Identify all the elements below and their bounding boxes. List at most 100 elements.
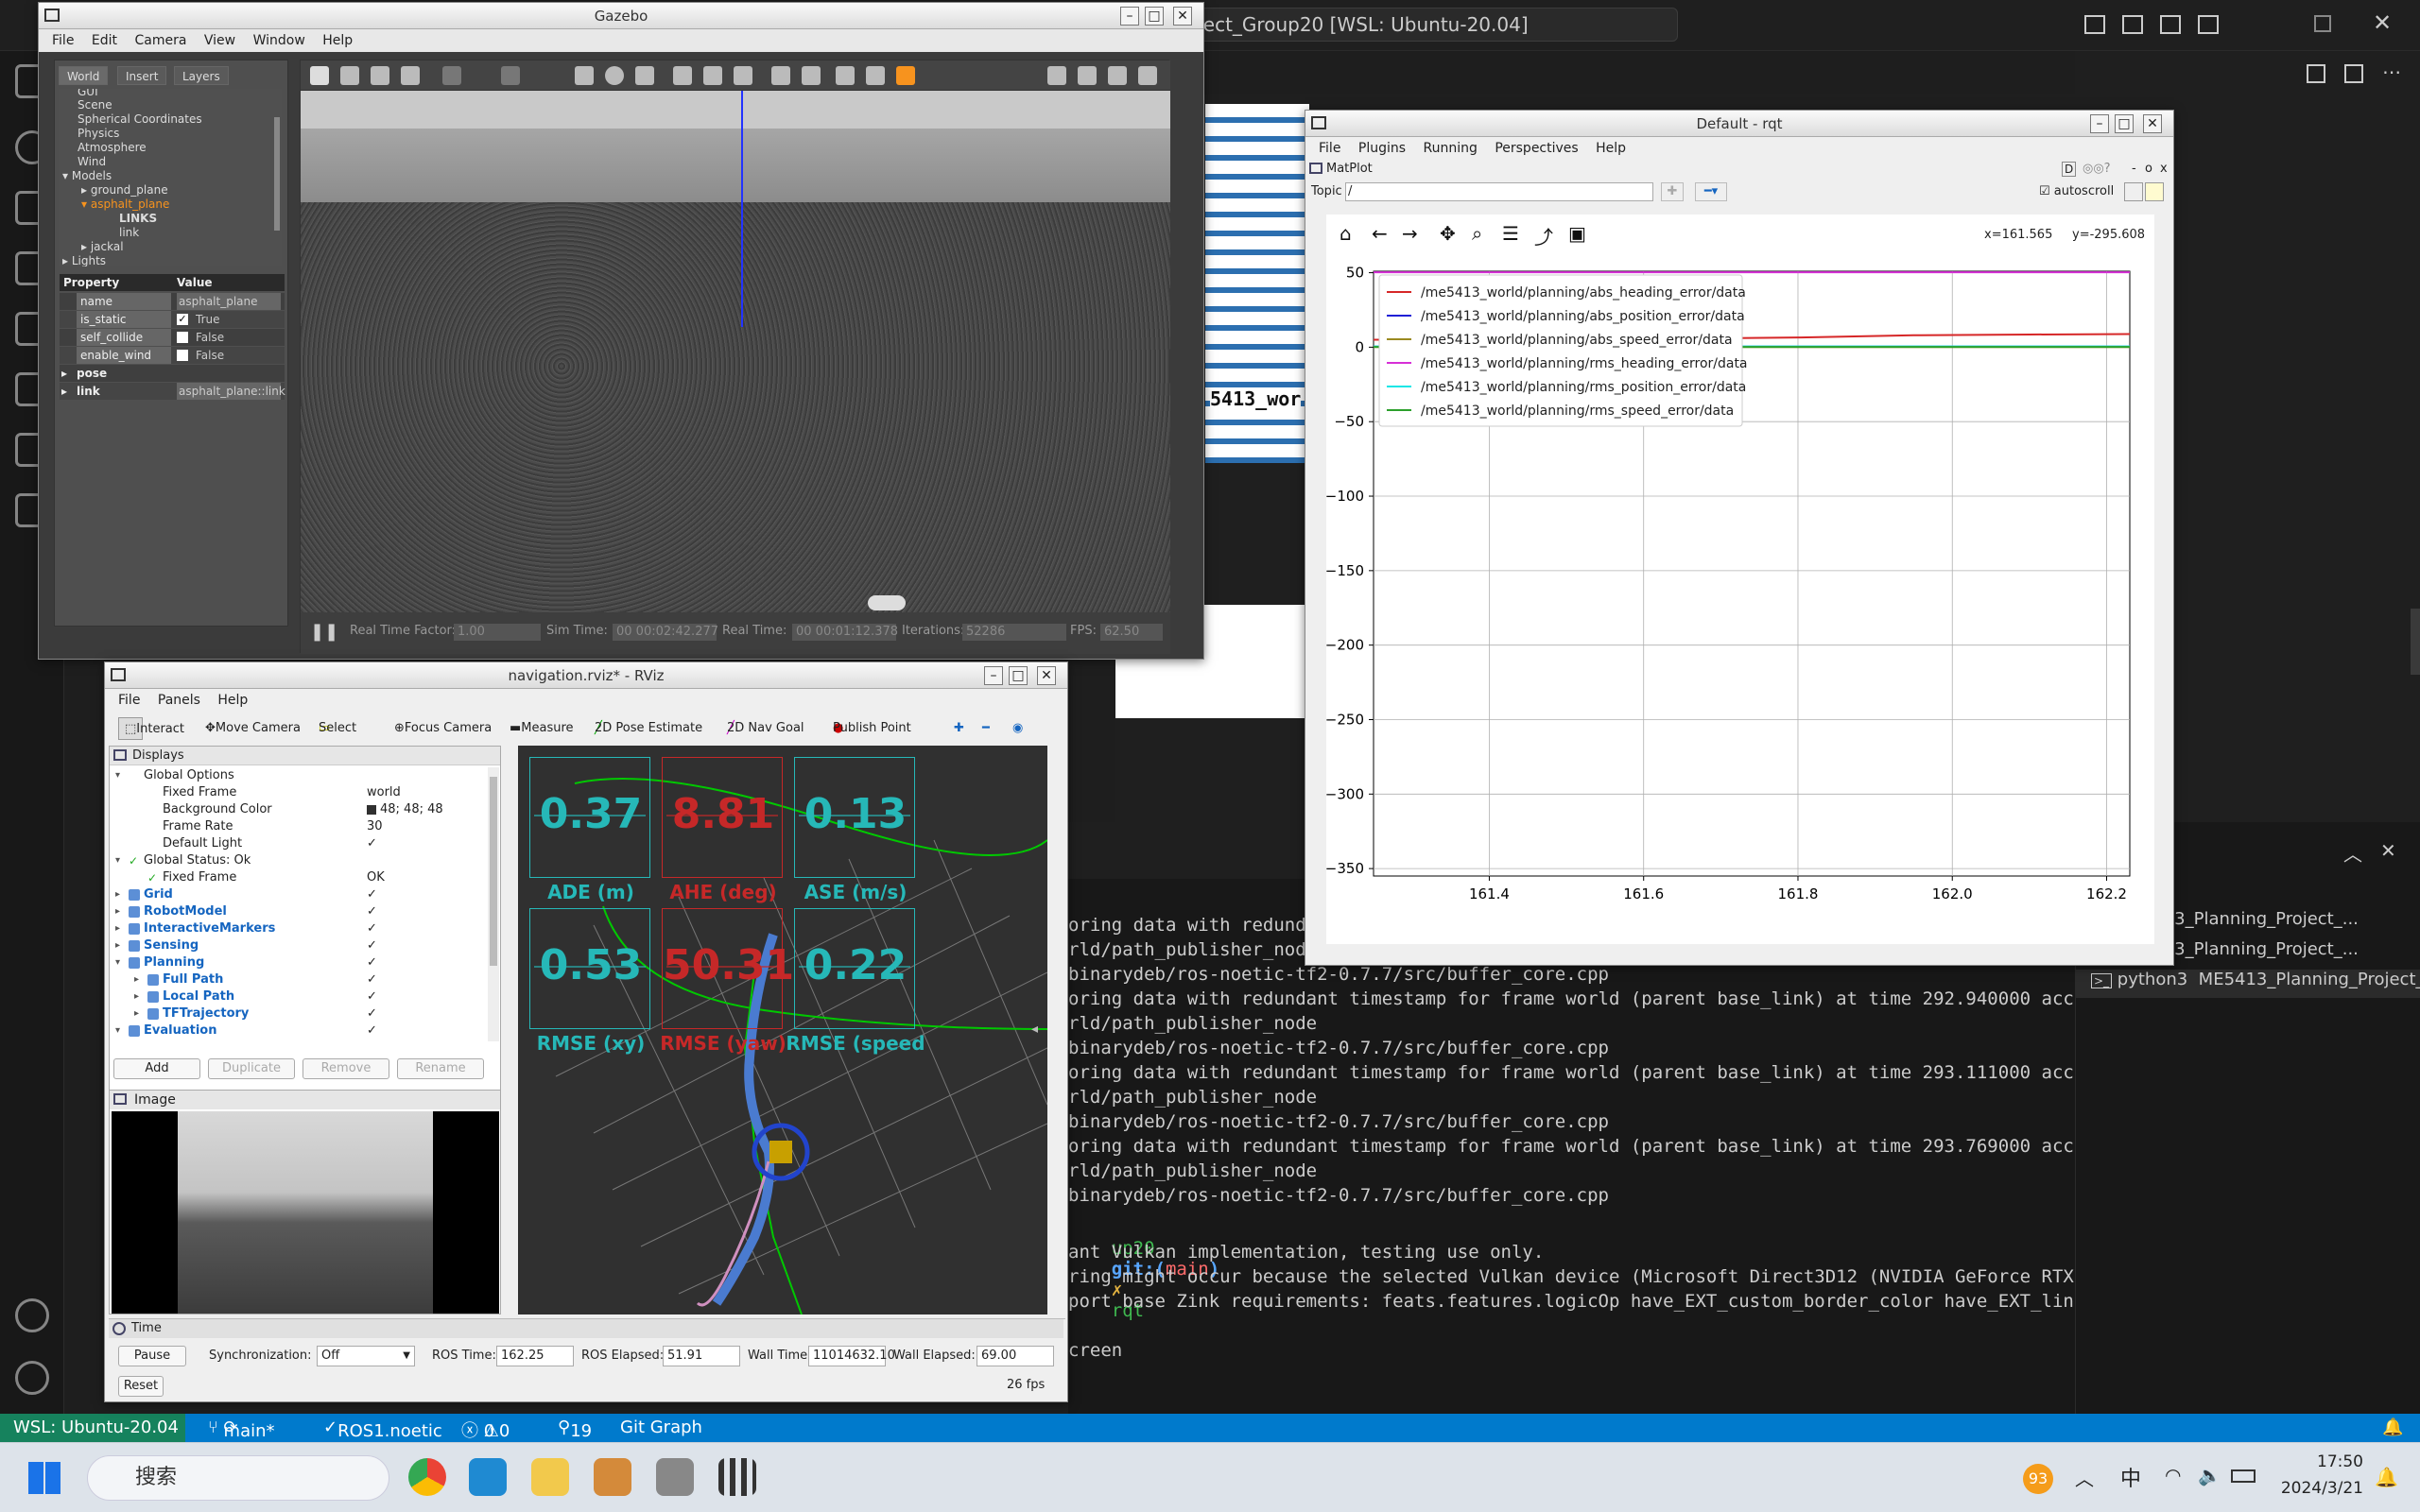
tree-item[interactable]: Scene (78, 98, 112, 112)
restore-icon[interactable] (2314, 15, 2331, 32)
tree-item[interactable]: GUI (78, 89, 98, 98)
remove-tool-icon[interactable]: ━ (982, 713, 990, 744)
tree-item-models[interactable]: ▾ Models (62, 169, 112, 182)
rotate-tool-icon[interactable] (371, 66, 389, 85)
sync-select[interactable]: Off ▼ (317, 1346, 415, 1366)
branch-indicator[interactable]: ⑂ main* ⟳ (208, 1418, 275, 1441)
property-row[interactable]: is_static ✓ True (60, 311, 285, 328)
tool-focus-camera[interactable]: ⊕ Focus Camera (394, 713, 492, 744)
property-row[interactable]: pose ▸ (60, 365, 285, 382)
forward-arrow-icon[interactable]: → (1402, 222, 1418, 245)
more-actions-icon[interactable]: ⋯ (2382, 60, 2401, 83)
menu-help[interactable]: Help (1596, 141, 1626, 156)
chevron-up-icon[interactable]: ︿ (2075, 1464, 2094, 1491)
tree-scrollbar[interactable] (274, 117, 280, 231)
menu-panels[interactable]: Panels (158, 693, 200, 708)
subplots-icon[interactable]: ☰ (1502, 222, 1519, 245)
translate-tool-icon[interactable] (340, 66, 359, 85)
display-row[interactable]: ▸ Grid ✓ (110, 886, 488, 903)
display-row[interactable]: Default Light ✓ (110, 835, 488, 852)
plot-settings-icon[interactable] (2124, 182, 2143, 201)
menu-perspectives[interactable]: Perspectives (1495, 141, 1578, 156)
expand-arrow-icon[interactable]: ▸ (115, 903, 120, 920)
close-button[interactable]: ✕ (2143, 114, 2162, 133)
display-row[interactable]: ▾ ✓ Global Status: Ok (110, 852, 488, 869)
wifi-icon[interactable]: ◠ (2165, 1464, 2181, 1486)
pan-icon[interactable]: ✥ (1440, 222, 1456, 245)
log-icon[interactable] (1078, 66, 1097, 85)
change-view-icon[interactable] (896, 66, 915, 85)
display-row[interactable]: ▸ RobotModel ✓ (110, 903, 488, 920)
display-row[interactable]: ▸ TFTrajectory ✓ (110, 1005, 488, 1022)
display-value[interactable]: ✓ (367, 835, 377, 852)
view-collapse-arrow[interactable]: ◂ (1031, 1022, 1038, 1037)
duplicate-display-button[interactable]: Duplicate (208, 1058, 295, 1079)
expand-arrow-icon[interactable]: ▸ (134, 971, 139, 988)
notepad-icon[interactable] (531, 1458, 569, 1496)
display-row[interactable]: Fixed Frame world (110, 784, 488, 801)
app-grid-icon[interactable] (718, 1458, 756, 1496)
tree-item[interactable]: Wind (78, 155, 106, 168)
expand-arrow-icon[interactable]: ▸ (134, 988, 139, 1005)
snap-icon[interactable] (866, 66, 885, 85)
copy-icon[interactable] (771, 66, 790, 85)
tab-layers[interactable]: Layers (174, 66, 229, 85)
display-value[interactable]: ✓ (367, 1022, 377, 1040)
open-changes-icon[interactable] (2307, 64, 2325, 83)
menu-help[interactable]: Help (217, 693, 248, 708)
git-graph-button[interactable]: Git Graph (620, 1418, 702, 1437)
checkbox[interactable] (177, 350, 188, 361)
accounts-icon[interactable] (15, 1298, 49, 1332)
redo-icon[interactable] (501, 66, 520, 85)
display-row[interactable]: ▸ Full Path ✓ (110, 971, 488, 988)
minimize-button[interactable]: – (984, 666, 1003, 685)
notification-badge[interactable]: 93 (2023, 1464, 2053, 1494)
float-plugin-button[interactable]: o (2145, 160, 2152, 179)
battery-icon[interactable] (2231, 1469, 2256, 1483)
display-value[interactable]: ✓ (367, 988, 377, 1005)
split-icon[interactable] (2160, 15, 2181, 34)
volume-icon[interactable]: 🔈 (2198, 1464, 2221, 1486)
notifications-icon[interactable]: 🔔 (2375, 1466, 2398, 1488)
terminal-list-item-active[interactable]: >_ python3 ME5413_Planning_Project_... (2076, 970, 2420, 998)
expand-arrow-icon[interactable]: ▸ (134, 1005, 139, 1022)
problems-indicator[interactable]: ⓧ 0 ⚠ 0 (461, 1418, 510, 1442)
display-row[interactable]: ▾ Evaluation ✓ (110, 1022, 488, 1040)
screenshot-icon[interactable] (1047, 66, 1066, 85)
edit-axis-icon[interactable]: ⤴ (1534, 222, 1553, 249)
chrome-icon[interactable] (408, 1458, 446, 1496)
point-light-icon[interactable] (673, 66, 692, 85)
display-value[interactable]: ✓ (367, 920, 377, 937)
tool-measure[interactable]: ▬ Measure (510, 713, 574, 744)
vscode-taskbar-icon[interactable] (469, 1458, 507, 1496)
plugin-dock-button[interactable]: D (2062, 162, 2077, 177)
reset-button[interactable]: Reset (118, 1376, 164, 1397)
maximize-button[interactable]: □ (2115, 114, 2134, 133)
display-row[interactable]: ▸ Sensing ✓ (110, 937, 488, 954)
package-icon[interactable] (594, 1458, 631, 1496)
maximize-button[interactable]: □ (1145, 7, 1164, 26)
tree-item[interactable]: ▸ Lights (62, 254, 106, 266)
settings-gear-icon[interactable] (15, 1361, 49, 1395)
expand-arrow-icon[interactable]: ▸ (61, 383, 67, 400)
property-row[interactable]: link ▸ asphalt_plane::link (60, 383, 285, 400)
remove-display-button[interactable]: Remove (302, 1058, 389, 1079)
panel-icon[interactable] (2122, 15, 2143, 34)
close-plugin-button[interactable]: x (2160, 160, 2168, 179)
display-value[interactable]: ✓ (367, 971, 377, 988)
display-row[interactable]: ✓ Fixed Frame OK (110, 869, 488, 886)
ros-time-field[interactable]: 162.25 (496, 1346, 574, 1366)
paste-icon[interactable] (802, 66, 821, 85)
display-value[interactable]: ✓ (367, 886, 377, 903)
scale-tool-icon[interactable] (401, 66, 420, 85)
pause-plot-icon[interactable] (2145, 182, 2164, 201)
menu-plugins[interactable]: Plugins (1358, 141, 1406, 156)
plot-icon[interactable] (1108, 66, 1127, 85)
checkbox[interactable] (177, 332, 188, 343)
tree-item-selected[interactable]: ▾ asphalt_plane (81, 198, 169, 211)
pause-button[interactable]: ❚❚ (310, 622, 338, 642)
tree-item[interactable]: link (119, 226, 139, 239)
remote-indicator[interactable]: WSL: Ubuntu-20.04 (0, 1414, 185, 1442)
tool-move-camera[interactable]: ✥ Move Camera (205, 713, 301, 744)
display-row[interactable]: ▾ Global Options (110, 767, 488, 784)
